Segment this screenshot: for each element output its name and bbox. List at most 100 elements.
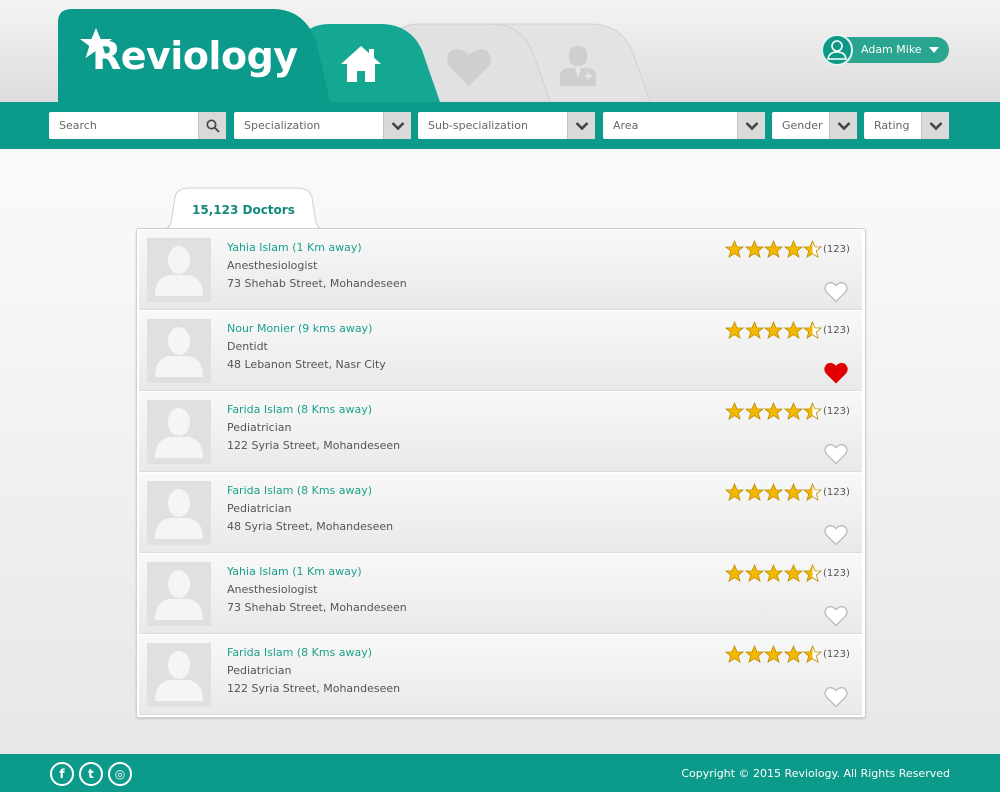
chevron-down-icon (837, 121, 850, 130)
twitter-icon[interactable]: t (79, 762, 103, 786)
area-dropdown-button[interactable] (737, 112, 765, 139)
sub-specialization-dropdown-button[interactable] (567, 112, 595, 139)
star-icon (744, 320, 765, 341)
gender-label: Gender (782, 119, 823, 132)
doctor-avatar[interactable] (147, 238, 211, 302)
search-field[interactable]: Search (49, 112, 226, 139)
person-placeholder-icon (155, 327, 203, 377)
star-icon (802, 320, 823, 341)
doctor-row[interactable]: Farida Islam (8 Kms away) Pediatrician 4… (139, 473, 862, 553)
search-button[interactable] (198, 112, 226, 139)
doctor-address: 73 Shehab Street, Mohandeseen (227, 601, 407, 614)
star-icon (724, 401, 745, 422)
heart-outline-icon[interactable] (824, 605, 848, 627)
instagram-icon[interactable]: ◎ (108, 762, 132, 786)
doctor-specialty: Pediatrician (227, 664, 292, 677)
doctor-avatar[interactable] (147, 400, 211, 464)
star-icon (763, 239, 784, 260)
star-icon (744, 644, 765, 665)
rating-stars (724, 239, 823, 260)
star-icon (744, 239, 765, 260)
doctor-name[interactable]: Yahia Islam (1 Km away) (227, 565, 362, 578)
review-count: (123) (823, 325, 850, 336)
doctor-specialty: Pediatrician (227, 502, 292, 515)
star-icon (802, 401, 823, 422)
star-icon (724, 320, 745, 341)
heart-filled-icon[interactable] (824, 362, 848, 384)
star-icon (783, 401, 804, 422)
facebook-icon[interactable]: f (50, 762, 74, 786)
user-name[interactable]: Adam Mike (861, 43, 922, 56)
heart-outline-icon[interactable] (824, 524, 848, 546)
doctor-icon (560, 46, 596, 86)
star-icon (763, 320, 784, 341)
chevron-down-icon[interactable] (929, 47, 939, 53)
search-icon (206, 119, 220, 133)
star-icon (802, 563, 823, 584)
specialization-dropdown-button[interactable] (383, 112, 411, 139)
heart-outline-icon[interactable] (824, 686, 848, 708)
star-icon (744, 563, 765, 584)
doctor-address: 122 Syria Street, Mohandeseen (227, 439, 401, 452)
user-icon (827, 40, 847, 60)
doctor-name[interactable]: Yahia Islam (1 Km away) (227, 241, 362, 254)
star-icon (783, 644, 804, 665)
gender-select[interactable]: Gender (772, 112, 857, 139)
doctor-row[interactable]: Yahia Islam (1 Km away) Anesthesiologist… (139, 230, 862, 310)
heart-outline-icon[interactable] (824, 443, 848, 465)
star-icon (763, 644, 784, 665)
rating-select[interactable]: Rating (864, 112, 949, 139)
chevron-down-icon (575, 121, 588, 130)
star-icon (724, 482, 745, 503)
doctor-name[interactable]: Farida Islam (8 Kms away) (227, 646, 372, 659)
doctor-avatar[interactable] (147, 562, 211, 626)
doctor-specialty: Anesthesiologist (227, 259, 318, 272)
sub-specialization-label: Sub-specialization (428, 119, 528, 132)
doctor-avatar[interactable] (147, 643, 211, 707)
chevron-down-icon (391, 121, 404, 130)
star-icon (783, 563, 804, 584)
specialization-label: Specialization (244, 119, 321, 132)
doctor-address: 48 Lebanon Street, Nasr City (227, 358, 386, 371)
star-icon (724, 644, 745, 665)
review-count: (123) (823, 406, 850, 417)
gender-dropdown-button[interactable] (829, 112, 857, 139)
doctor-specialty: Anesthesiologist (227, 583, 318, 596)
rating-label: Rating (874, 119, 910, 132)
home-icon (341, 46, 381, 82)
star-icon (802, 239, 823, 260)
doctor-name[interactable]: Nour Monier (9 kms away) (227, 322, 372, 335)
star-icon (724, 239, 745, 260)
doctor-row[interactable]: Yahia Islam (1 Km away) Anesthesiologist… (139, 554, 862, 634)
heart-icon (447, 49, 491, 86)
doctor-specialty: Pediatrician (227, 421, 292, 434)
user-avatar[interactable] (821, 34, 853, 66)
doctor-name[interactable]: Farida Islam (8 Kms away) (227, 484, 372, 497)
doctor-row[interactable]: Farida Islam (8 Kms away) Pediatrician 1… (139, 635, 862, 715)
rating-dropdown-button[interactable] (921, 112, 949, 139)
review-count: (123) (823, 649, 850, 660)
star-icon (763, 563, 784, 584)
rating-stars (724, 482, 823, 503)
review-count: (123) (823, 568, 850, 579)
sub-specialization-select[interactable]: Sub-specialization (418, 112, 595, 139)
doctor-row[interactable]: Farida Islam (8 Kms away) Pediatrician 1… (139, 392, 862, 472)
area-select[interactable]: Area (603, 112, 765, 139)
search-input[interactable]: Search (59, 119, 97, 132)
chevron-down-icon (929, 121, 942, 130)
doctor-address: 48 Syria Street, Mohandeseen (227, 520, 394, 533)
copyright-text: Copyright © 2015 Reviology. All Rights R… (681, 767, 950, 780)
heart-outline-icon[interactable] (824, 281, 848, 303)
star-icon (802, 644, 823, 665)
doctor-row[interactable]: Nour Monier (9 kms away) Dentidt 48 Leba… (139, 311, 862, 391)
doctor-avatar[interactable] (147, 481, 211, 545)
star-icon (763, 482, 784, 503)
doctor-avatar[interactable] (147, 319, 211, 383)
doctor-name[interactable]: Farida Islam (8 Kms away) (227, 403, 372, 416)
star-icon (724, 563, 745, 584)
star-icon (783, 320, 804, 341)
specialization-select[interactable]: Specialization (234, 112, 411, 139)
logo[interactable]: Reviology (92, 34, 298, 78)
rating-stars (724, 320, 823, 341)
star-icon (763, 401, 784, 422)
